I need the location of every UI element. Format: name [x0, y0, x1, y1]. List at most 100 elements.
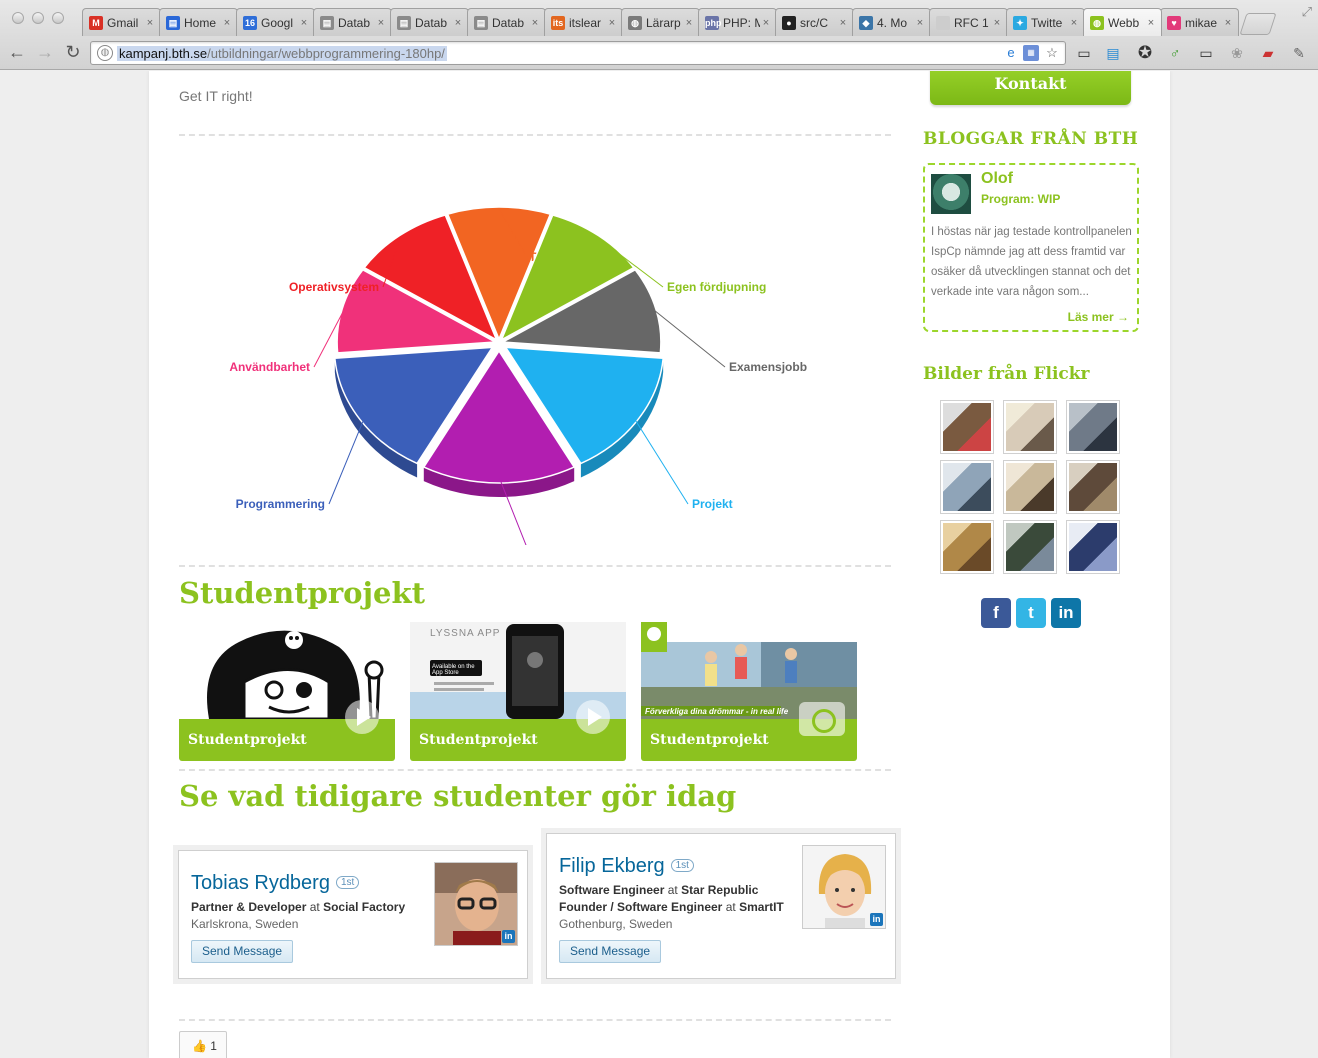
tab-label: Twitte [1031, 15, 1063, 30]
feed-icon[interactable]: ❀ [1228, 44, 1246, 62]
screen-capture-icon[interactable]: ▭ [1075, 44, 1093, 62]
browser-tab[interactable]: ● src/C × [775, 8, 854, 36]
flickr-thumbnail[interactable] [1066, 460, 1120, 514]
profile-name[interactable]: Tobias Rydberg 1st [191, 872, 360, 895]
profile-photo[interactable]: in [434, 862, 518, 946]
close-tab-icon[interactable]: × [837, 17, 849, 29]
ie-tab-icon[interactable]: e [1003, 45, 1019, 61]
browser-tab[interactable]: ▤ Datab × [390, 8, 469, 36]
close-tab-icon[interactable]: × [606, 17, 618, 29]
browser-tab[interactable]: ◍ Webb × [1083, 8, 1162, 36]
play-icon[interactable] [345, 700, 379, 734]
divider [179, 1019, 891, 1021]
camera-icon[interactable] [799, 702, 845, 736]
github-icon: ● [782, 15, 796, 30]
twitter-icon[interactable]: t [1016, 598, 1046, 628]
linkedin-profile-card: Filip Ekberg 1st Software Engineer at Sta… [546, 833, 896, 979]
profile-photo[interactable]: in [802, 845, 886, 929]
close-tab-icon[interactable]: × [991, 17, 1003, 29]
blog-author[interactable]: Olof [981, 170, 1013, 188]
app-store-badge[interactable]: Available on the App Store [432, 664, 482, 676]
browser-tab[interactable]: ◍ Lärarp × [621, 8, 700, 36]
flickr-thumbnail[interactable] [940, 400, 994, 454]
linkedin-icon[interactable]: in [1051, 598, 1081, 628]
forward-button[interactable]: → [34, 42, 56, 63]
close-tab-icon[interactable]: × [1068, 17, 1080, 29]
browser-chrome: M Gmail × ▤ Home × 16 Googl × ▤ Datab × ▤ Datab × ▤ Data… [0, 0, 1318, 70]
flickr-thumbnail[interactable] [940, 460, 994, 514]
browser-tab[interactable]: ▤ Datab × [467, 8, 546, 36]
project-card-2[interactable]: LYSSNA APP Available on the App Store St… [410, 622, 626, 761]
play-icon[interactable] [576, 700, 610, 734]
globe-icon: ◍ [628, 15, 642, 30]
html5-icon[interactable]: ▦ [1023, 45, 1039, 61]
project-card-1[interactable]: Studentprojekt [179, 622, 395, 761]
close-tab-icon[interactable]: × [683, 17, 695, 29]
close-tab-icon[interactable]: × [375, 17, 387, 29]
bth-icon: ◍ [1090, 15, 1104, 30]
browser-tab[interactable]: ▤ Datab × [313, 8, 392, 36]
close-tab-icon[interactable]: × [221, 17, 233, 29]
send-message-button[interactable]: Send Message [191, 940, 294, 963]
back-button[interactable]: ← [6, 42, 28, 63]
contact-button[interactable]: Kontakt [930, 71, 1131, 105]
browser-tab[interactable]: RFC 1 × [929, 8, 1008, 36]
browser-tab[interactable]: M Gmail × [82, 8, 161, 36]
battery-icon[interactable]: ▭ [1197, 44, 1215, 62]
zoom-window-button[interactable] [52, 12, 64, 24]
send-message-button[interactable]: Send Message [559, 940, 662, 963]
close-tab-icon[interactable]: × [914, 17, 926, 29]
browser-tab[interactable]: ✦ Twitte × [1006, 8, 1085, 36]
flickr-thumbnail[interactable] [1003, 400, 1057, 454]
alumni-heading: Se vad tidigare studenter gör idag [179, 779, 737, 813]
fullscreen-icon[interactable]: ⤢ [1302, 4, 1312, 20]
close-window-button[interactable] [12, 12, 24, 24]
flickr-thumbnail[interactable] [1003, 460, 1057, 514]
calendar-icon: 16 [243, 15, 257, 30]
flickr-thumbnail[interactable] [940, 520, 994, 574]
tab-label: Webb [1108, 15, 1140, 30]
facebook-icon[interactable]: f [981, 598, 1011, 628]
close-tab-icon[interactable]: × [529, 17, 541, 29]
flag-extension-icon[interactable]: ▰ [1259, 44, 1277, 62]
blog-excerpt: I höstas när jag testade kontrollpanelen… [931, 226, 1132, 298]
browser-tab[interactable]: 16 Googl × [236, 8, 315, 36]
wrench-menu-icon[interactable]: ✎ [1290, 44, 1308, 62]
browser-tab[interactable]: phpPHP: M× [698, 8, 777, 36]
blog-avatar[interactable] [931, 174, 971, 214]
browser-tab[interactable]: ◆ 4. Mo × [852, 8, 931, 36]
flickr-thumbnail[interactable] [1003, 520, 1057, 574]
bookmark-star-icon[interactable]: ☆ [1044, 45, 1060, 61]
like-button[interactable]: 👍 1 [179, 1031, 227, 1058]
close-tab-icon[interactable]: × [298, 17, 310, 29]
flickr-thumbnail[interactable] [1066, 520, 1120, 574]
blogs-heading: BLOGGAR FRÅN BTH [923, 129, 1139, 149]
window-resizer-icon[interactable]: ▤ [1104, 44, 1122, 62]
profile-name[interactable]: Filip Ekberg 1st [559, 855, 694, 878]
twitter-icon: ✦ [1013, 15, 1027, 30]
close-tab-icon[interactable]: × [452, 17, 464, 29]
address-url[interactable]: kampanj.bth.se/utbildningar/webbprogramm… [117, 46, 447, 61]
close-tab-icon[interactable]: × [1222, 17, 1234, 29]
address-bar[interactable]: ◍ kampanj.bth.se/utbildningar/webbprogra… [90, 41, 1066, 65]
python-icon: ◆ [859, 15, 873, 30]
evernote-icon[interactable]: ♂ [1166, 44, 1184, 62]
close-tab-icon[interactable]: × [1145, 17, 1157, 29]
site-info-icon[interactable]: ◍ [97, 45, 113, 61]
tab-label: Googl [261, 15, 294, 30]
tab-label: itslear [569, 15, 602, 30]
projects-heading: Studentprojekt [179, 576, 425, 610]
connection-badge: 1st [335, 876, 360, 889]
read-more-link[interactable]: Läs mer → [1068, 310, 1129, 324]
project-card-3[interactable]: Förverkliga dina drömmar - in real life … [641, 622, 857, 761]
browser-tab[interactable]: ♥ mikae × [1160, 8, 1239, 36]
browser-tab[interactable]: ▤ Home × [159, 8, 238, 36]
reload-button[interactable]: ↻ [62, 42, 84, 63]
flickr-thumbnail[interactable] [1066, 400, 1120, 454]
minimize-window-button[interactable] [32, 12, 44, 24]
new-tab-button[interactable] [1239, 13, 1277, 35]
close-tab-icon[interactable]: × [760, 17, 772, 29]
close-tab-icon[interactable]: × [144, 17, 156, 29]
browser-tab[interactable]: its itslear × [544, 8, 623, 36]
chromium-extension-icon[interactable]: ✪ [1136, 44, 1154, 62]
